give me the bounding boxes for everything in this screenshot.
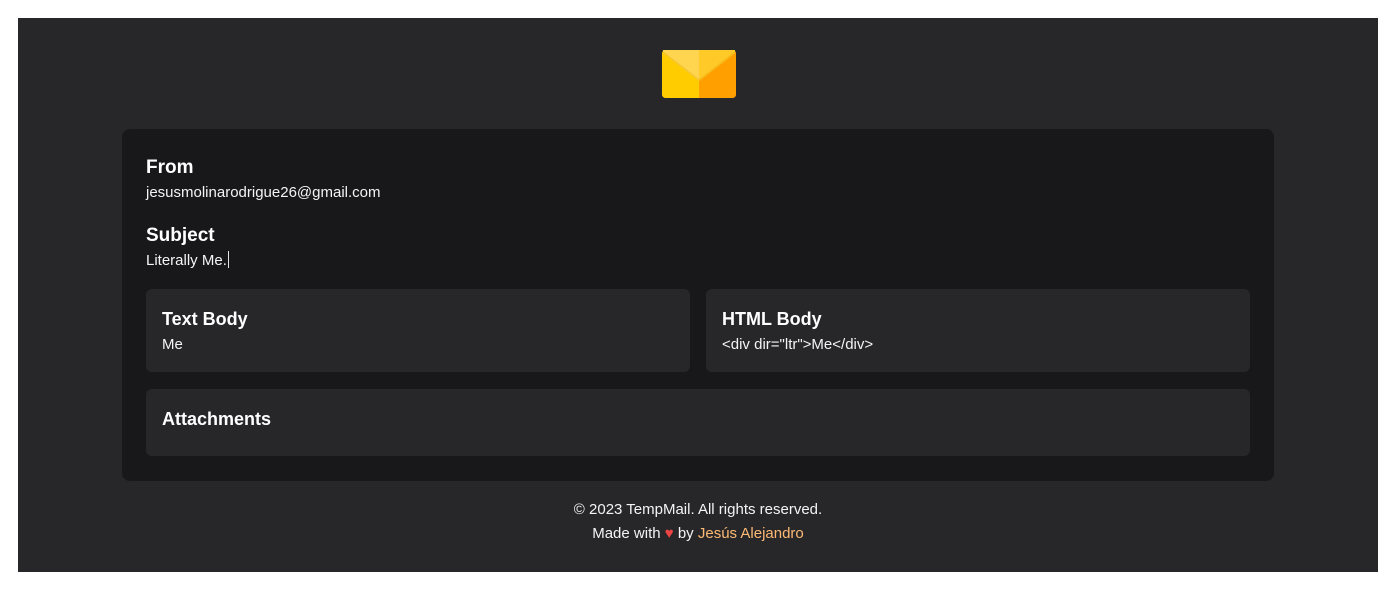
author-link[interactable]: Jesús Alejandro <box>698 525 804 542</box>
subject-label: Subject <box>146 225 215 246</box>
email-detail-card: From jesusmolinarodrigue26@gmail.com Sub… <box>122 129 1274 481</box>
envelope-icon <box>662 50 736 98</box>
text-body-value: Me <box>162 336 183 353</box>
subject-value: Literally Me. <box>146 251 229 271</box>
heart-icon: ♥ <box>664 525 674 542</box>
text-cursor <box>227 251 229 268</box>
attachments-label: Attachments <box>162 409 272 429</box>
copyright-text: © 2023 TempMail. All rights reserved. <box>573 501 823 518</box>
from-label: From <box>146 157 194 178</box>
attachments-panel: Attachments <box>146 389 1250 456</box>
app-container: From jesusmolinarodrigue26@gmail.com Sub… <box>18 18 1378 572</box>
subject-text: Literally Me. <box>146 252 227 269</box>
html-body-panel: HTML Body <div dir="ltr">Me</div> <box>706 289 1250 372</box>
html-body-value: <div dir="ltr">Me</div> <box>722 336 874 353</box>
from-value: jesusmolinarodrigue26@gmail.com <box>146 184 381 201</box>
text-body-panel: Text Body Me <box>146 289 690 372</box>
text-body-label: Text Body <box>162 309 248 329</box>
made-with-text: Made with <box>592 525 661 542</box>
footer: © 2023 TempMail. All rights reserved. Ma… <box>18 498 1378 546</box>
made-with-line: Made with ♥ by Jesús Alejandro <box>18 522 1378 546</box>
by-text: by <box>677 525 694 542</box>
html-body-label: HTML Body <box>722 309 822 329</box>
